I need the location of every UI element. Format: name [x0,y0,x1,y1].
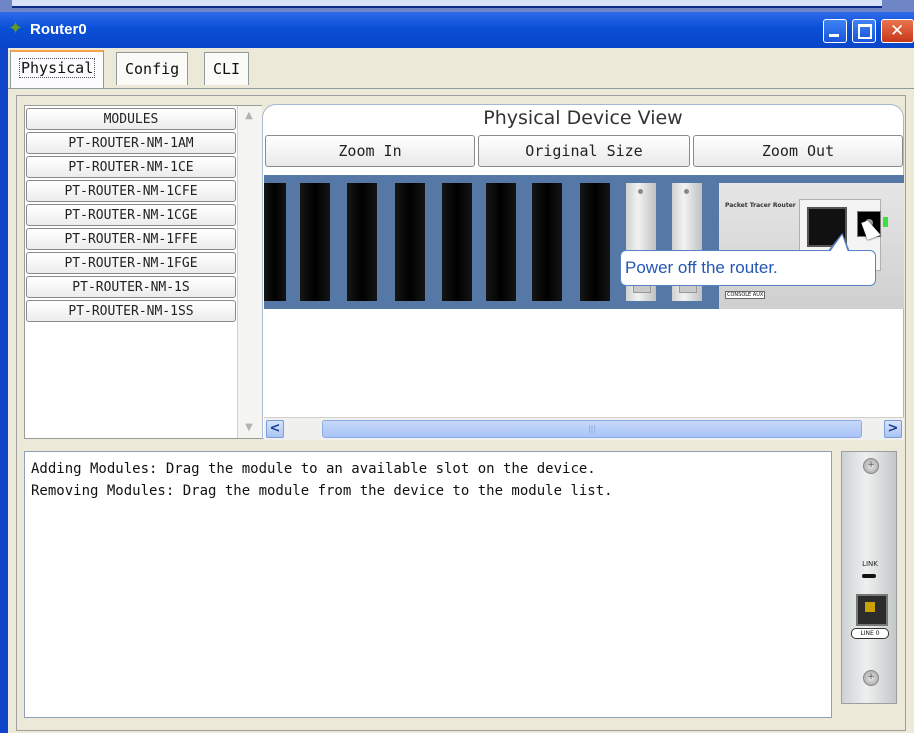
empty-slot[interactable] [486,183,516,301]
module-info-panel: Adding Modules: Drag the module to an av… [24,451,832,718]
module-item-nm-1s[interactable]: PT-ROUTER-NM-1S [26,276,236,298]
info-removing-modules: Removing Modules: Drag the module from t… [31,483,613,499]
empty-slot[interactable] [532,183,562,301]
line-port-label: LINE 0 [851,628,889,639]
link-label: LINK [862,560,878,568]
tab-config[interactable]: Config [116,52,189,85]
empty-slot[interactable] [264,183,286,301]
tab-physical[interactable]: Physical [10,50,105,88]
device-label: Packet Tracer Router [725,202,796,209]
device-view-title: Physical Device View [483,107,683,129]
empty-slot[interactable] [300,183,330,301]
empty-slot[interactable] [580,183,610,301]
router-backplate: Packet Tracer Router CONSOLE AUX [719,183,904,309]
empty-slot[interactable] [347,183,377,301]
screw-icon: + [863,458,879,474]
modules-header: MODULES [26,108,236,130]
module-item-nm-1cge[interactable]: PT-ROUTER-NM-1CGE [26,204,236,226]
tab-cli[interactable]: CLI [204,52,250,85]
module-list[interactable]: MODULES PT-ROUTER-NM-1AM PT-ROUTER-NM-1C… [24,105,262,439]
module-item-nm-1ce[interactable]: PT-ROUTER-NM-1CE [26,156,236,178]
power-led [883,217,888,227]
device-view-hscrollbar[interactable]: < ||| > [264,417,904,440]
close-button[interactable]: ✕ [881,19,914,43]
info-adding-modules: Adding Modules: Drag the module to an av… [31,461,596,477]
scroll-thumb[interactable]: ||| [322,420,862,438]
module-item-nm-1ffe[interactable]: PT-ROUTER-NM-1FFE [26,228,236,250]
window-title: Router0 [30,21,87,38]
maximize-button[interactable] [852,19,876,43]
router-icon: ✦ [8,18,24,39]
tab-cli-label: CLI [213,60,241,78]
tab-physical-label: Physical [19,58,96,78]
module-item-nm-1cfe[interactable]: PT-ROUTER-NM-1CFE [26,180,236,202]
minimize-button[interactable] [823,19,847,43]
original-size-button[interactable]: Original Size [478,135,690,167]
scroll-up-icon[interactable]: ▲ [240,108,258,124]
router-chassis[interactable]: Packet Tracer Router CONSOLE AUX [264,175,904,309]
power-tooltip: Power off the router. [620,250,876,286]
close-icon: ✕ [890,21,905,41]
rj45-port-icon [856,594,888,626]
title-bar[interactable]: ✦ Router0 ✕ [0,12,914,48]
module-item-nm-1ss[interactable]: PT-ROUTER-NM-1SS [26,300,236,322]
zoom-out-button[interactable]: Zoom Out [693,135,903,167]
scroll-down-icon[interactable]: ▼ [240,420,258,436]
tab-bar: Physical Config CLI [8,48,914,89]
module-item-nm-1am[interactable]: PT-ROUTER-NM-1AM [26,132,236,154]
zoom-in-button[interactable]: Zoom In [265,135,475,167]
screw-icon: + [863,670,879,686]
window-border [0,48,8,733]
tab-config-label: Config [125,60,180,78]
empty-slot[interactable] [442,183,472,301]
previous-window-edge [0,0,914,12]
module-list-scrollbar[interactable]: ▲ ▼ [237,106,262,438]
module-item-nm-1fge[interactable]: PT-ROUTER-NM-1FGE [26,252,236,274]
console-aux-ports[interactable]: CONSOLE AUX [725,291,766,299]
link-led [862,574,876,578]
module-preview[interactable]: + LINK LINE 0 + [841,451,897,704]
empty-slot[interactable] [395,183,425,301]
scroll-right-icon[interactable]: > [884,420,902,438]
scroll-left-icon[interactable]: < [266,420,284,438]
